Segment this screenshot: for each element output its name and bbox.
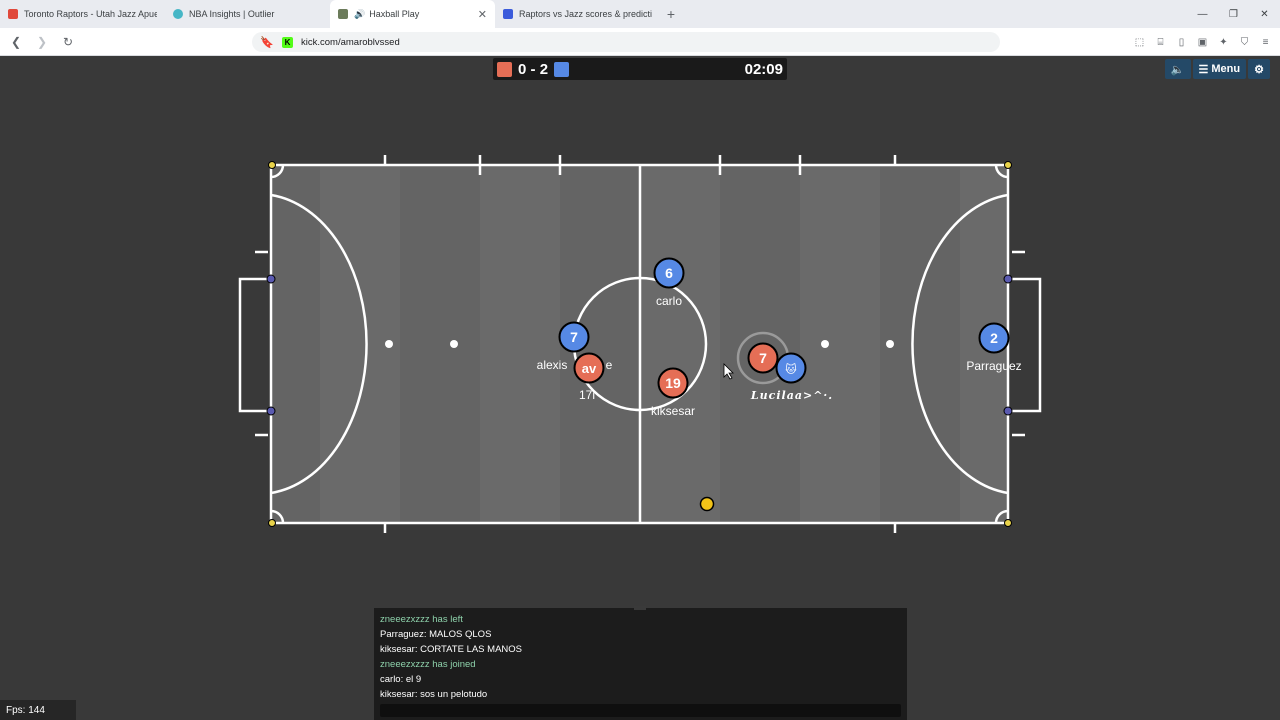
chat-message: kiksesar: CORTATE LAS MANOS bbox=[380, 644, 522, 655]
player-alexis: 7 bbox=[558, 321, 590, 353]
tab-raptors-jazz-apuestas[interactable]: Toronto Raptors - Utah Jazz Apuesta: bbox=[0, 0, 165, 28]
minimize-icon[interactable]: — bbox=[1187, 0, 1218, 28]
chat-message: Parraguez: MALOS QLOS bbox=[380, 629, 492, 640]
close-tab-icon[interactable]: ✕ bbox=[478, 8, 487, 21]
bookmark-icon[interactable]: 🔖 bbox=[260, 36, 274, 49]
url-text: kick.com/amaroblvssed bbox=[301, 36, 400, 48]
tab-title: NBA Insights | Outlier bbox=[189, 9, 275, 19]
chat-message: zneeezxzzz has left bbox=[380, 614, 463, 625]
tab-raptors-vs-jazz[interactable]: Raptors vs Jazz scores & predictions bbox=[495, 0, 660, 28]
browser-toolbar: ❮ ❯ ↻ 🔖 K kick.com/amaroblvssed ⬚ ⌸ ▯ ▣ … bbox=[0, 28, 1280, 56]
player-lucilaa: 🐱 bbox=[775, 352, 807, 384]
new-tab-button[interactable]: + bbox=[660, 6, 682, 22]
translate-icon[interactable]: ⌸ bbox=[1152, 32, 1169, 52]
brave-favicon-icon bbox=[8, 9, 18, 19]
tab-nba-insights[interactable]: NBA Insights | Outlier bbox=[165, 0, 330, 28]
back-icon[interactable]: ❮ bbox=[6, 32, 26, 52]
restore-icon[interactable]: ❐ bbox=[1218, 0, 1249, 28]
haxball-game[interactable]: 0 - 2 02:09 🔈 ☰ Menu ⚙ 6 7 av 19 7 🐱 2 c… bbox=[0, 57, 1280, 720]
player-number: av bbox=[582, 361, 597, 376]
outlier-favicon-icon bbox=[173, 9, 183, 19]
player-number: 19 bbox=[665, 375, 681, 391]
player-parraguez: 2 bbox=[978, 322, 1010, 354]
player-number: 6 bbox=[665, 265, 673, 281]
player-number: 7 bbox=[570, 329, 578, 345]
haxball-favicon-icon bbox=[338, 9, 348, 19]
player-name-alexis: alexis bbox=[536, 358, 568, 372]
player-kiksesar: 19 bbox=[657, 367, 689, 399]
window-controls: — ❐ ✕ bbox=[1187, 0, 1280, 28]
chat-message: kiksesar: sos un pelotudo bbox=[380, 689, 488, 700]
player-number: 2 bbox=[990, 330, 998, 346]
audio-playing-icon: 🔊 bbox=[354, 8, 366, 19]
forward-icon[interactable]: ❯ bbox=[32, 32, 52, 52]
site-favicon-icon bbox=[503, 9, 513, 19]
tab-title: Haxball Play bbox=[369, 9, 420, 19]
sidebar-icon[interactable]: ▯ bbox=[1173, 32, 1190, 52]
player-name-carlo: carlo bbox=[655, 294, 683, 308]
reload-icon[interactable]: ↻ bbox=[58, 32, 78, 52]
player-number: 7 bbox=[759, 350, 767, 366]
player-name-17i: 17i bbox=[578, 388, 596, 402]
player-avatar: 🐱 bbox=[785, 363, 797, 376]
wallet-icon[interactable]: ▣ bbox=[1194, 32, 1211, 52]
ai-assistant-icon[interactable]: ✦ bbox=[1215, 32, 1232, 52]
kick-site-icon: K bbox=[282, 36, 293, 48]
player-carlo: 6 bbox=[653, 257, 685, 289]
tab-strip: Toronto Raptors - Utah Jazz Apuesta: NBA… bbox=[0, 0, 1280, 28]
player-name-kiksesar: kiksesar bbox=[650, 404, 696, 418]
ball bbox=[699, 496, 715, 512]
player-name-alexis-suffix: e bbox=[605, 358, 613, 372]
fps-counter: Fps: 144 bbox=[0, 700, 76, 720]
chat-message: zneeezxzzz has joined bbox=[380, 659, 476, 670]
chat-panel: zneeezxzzz has left Parraguez: MALOS QLO… bbox=[374, 606, 907, 720]
player-17i: av bbox=[573, 352, 605, 384]
address-bar[interactable]: 🔖 K kick.com/amaroblvssed bbox=[252, 32, 1000, 52]
hamburger-menu-icon[interactable]: ≡ bbox=[1257, 32, 1274, 52]
tab-title: Toronto Raptors - Utah Jazz Apuesta: bbox=[24, 9, 157, 19]
chat-message: carlo: el 9 bbox=[380, 674, 422, 685]
chat-resize-handle[interactable] bbox=[634, 606, 646, 610]
tab-haxball-play[interactable]: 🔊 Haxball Play ✕ bbox=[330, 0, 495, 28]
tab-title: Raptors vs Jazz scores & predictions bbox=[519, 9, 652, 19]
player-name-parraguez: Parraguez bbox=[966, 359, 1022, 373]
chat-input[interactable] bbox=[380, 704, 901, 717]
extension-icon[interactable]: ⬚ bbox=[1131, 32, 1148, 52]
toolbar-icons: ⬚ ⌸ ▯ ▣ ✦ ⛉ ≡ bbox=[1131, 32, 1274, 52]
player-name-lucilaa: Lucilaa>^·. bbox=[750, 389, 834, 402]
close-window-icon[interactable]: ✕ bbox=[1249, 0, 1280, 28]
shield-icon[interactable]: ⛉ bbox=[1236, 32, 1253, 52]
